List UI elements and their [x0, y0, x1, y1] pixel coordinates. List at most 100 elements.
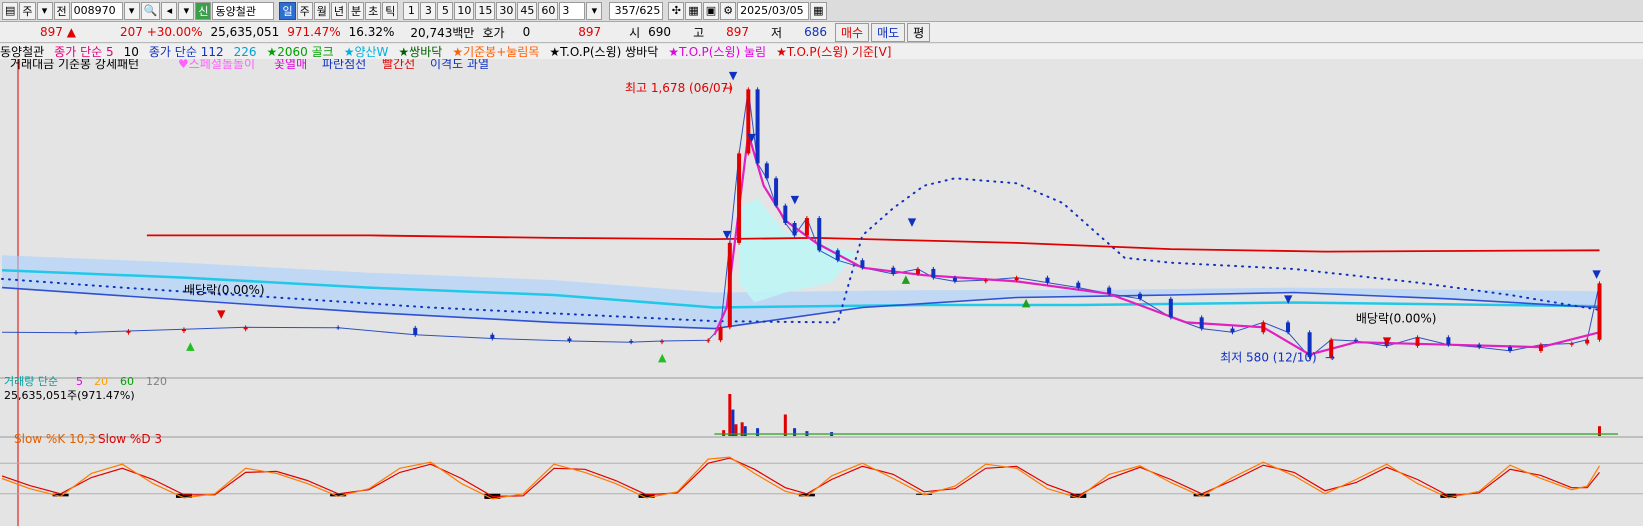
indicator-legend-item[interactable]: 226 [234, 45, 257, 59]
candle-body [835, 250, 840, 261]
save-icon[interactable]: ▣ [702, 1, 720, 20]
candle-body [1585, 339, 1590, 344]
indicator-legend-item[interactable]: 10 [124, 45, 139, 59]
dividend-annotation: 배당락(0.00%) [1356, 311, 1437, 325]
indicator-legend-item[interactable]: ★쌍바닥 [398, 44, 442, 59]
candle-body [1045, 277, 1050, 283]
candle-body [737, 153, 742, 243]
interval-tab[interactable]: 60 [538, 1, 559, 20]
page-total: /625 [635, 4, 661, 17]
pattern-legend-item[interactable]: 파란점선 [322, 59, 366, 71]
volume-bar [756, 428, 760, 436]
volume-value: 25,635,051 [210, 25, 280, 39]
current-price: 897 ▲ [40, 25, 76, 39]
view-mode-button[interactable]: 전 [53, 1, 70, 20]
stoch-k-label: Slow %K 10,3 [14, 432, 96, 446]
candle-body [567, 338, 572, 341]
code-dropdown-icon[interactable]: ▾ [123, 1, 140, 20]
price-chart[interactable]: 거래대금 기준봉 강세패턴 ♥스페셜돌돌이 꽃열매 파란점선 빨간선 이격도 과열 최고 … [0, 59, 1643, 526]
indicator-legend-item[interactable]: ★2060 골크 [267, 44, 334, 59]
candle-body [243, 327, 248, 330]
calendar-icon[interactable]: ▦ [810, 1, 827, 20]
settings-icon[interactable]: ⚙ [720, 1, 737, 20]
hoga-value: 0 [522, 25, 531, 39]
period-tab[interactable]: 초 [365, 1, 382, 20]
pattern-legend-item[interactable]: 거래대금 기준봉 강세패턴 [10, 59, 139, 71]
open-price: 690 [648, 25, 672, 39]
indicator-legend-item[interactable]: 동양철관 [0, 44, 44, 59]
indicator-legend-item[interactable]: ★T.O.P(스윙) 기준[V] [776, 44, 891, 59]
pattern-legend-item[interactable]: ♥스페셜돌돌이 [178, 59, 255, 71]
volume-ma-label: 5 [76, 375, 83, 388]
dropdown-chevron-icon[interactable]: ▾ [36, 1, 53, 20]
high-arrow-icon: → [723, 81, 733, 95]
candle-body [783, 205, 788, 223]
candle-body [1014, 277, 1019, 281]
date-input[interactable]: 2025/03/05 [737, 1, 810, 20]
period-tab[interactable]: 일 [279, 1, 296, 20]
sell-button[interactable]: 매도 [871, 22, 906, 42]
up-arrow-icon: ▲ [66, 25, 76, 39]
candle-body [952, 277, 957, 282]
even-button[interactable]: 평 [907, 22, 931, 42]
indicator-legend-item[interactable]: ★T.O.P(스윙) 쌍바닥 [549, 44, 658, 59]
period-tab[interactable]: 분 [347, 1, 365, 20]
pattern-legend-item[interactable]: 이격도 과열 [430, 59, 489, 71]
count-dropdown-icon[interactable]: ▾ [586, 1, 603, 20]
candle-body [792, 223, 797, 236]
indicator-legend-item[interactable]: ★기준봉+눌림목 [452, 44, 539, 59]
interval-tab[interactable]: 3 [420, 1, 437, 20]
interval-tab[interactable]: 5 [437, 1, 454, 20]
period-tab[interactable]: 월 [313, 1, 330, 20]
pattern-legend-item[interactable]: 꽃열매 [274, 59, 307, 71]
pattern-legend-item[interactable]: 빨간선 [382, 59, 415, 71]
period-tab[interactable]: 주 [296, 1, 313, 20]
candle-body [1477, 344, 1482, 348]
indicator-legend-item[interactable]: ★T.O.P(스윙) 눌림 [668, 44, 766, 59]
sell-signal-arrow-icon: ▼ [747, 131, 756, 144]
candle-body [764, 163, 769, 179]
candle-body [817, 218, 822, 251]
candle-body [804, 218, 809, 236]
page-indicator: 357/625 [609, 1, 664, 20]
indicator-legend-item[interactable]: 종가 단순 112 [149, 44, 224, 59]
period-select[interactable]: 주 [19, 1, 36, 20]
sell-signal-arrow-icon: ▼ [1592, 268, 1601, 281]
volume-bar [793, 428, 797, 436]
volume-label: 거래량 단순 [4, 375, 58, 388]
search-icon[interactable]: 🔍 [140, 1, 161, 20]
interval-tab[interactable]: 30 [496, 1, 517, 20]
candle-body [1353, 339, 1358, 341]
indicator-legend-item[interactable]: 종가 단순 5 [54, 44, 113, 59]
interval-tab[interactable]: 45 [517, 1, 538, 20]
speaker-dropdown-icon[interactable]: ▾ [178, 1, 195, 20]
open-label: 시 [629, 25, 641, 40]
turnover-value: 16.32% [348, 25, 395, 39]
buy-button[interactable]: 매수 [834, 22, 870, 42]
period-tab[interactable]: 년 [330, 1, 347, 20]
interval-tab[interactable]: 15 [475, 1, 496, 20]
interval-tab[interactable]: 10 [454, 1, 475, 20]
sell-signal-arrow-icon: ▼ [723, 228, 732, 241]
candle-body [181, 329, 186, 332]
candle-body [74, 332, 79, 334]
high-annotation: 최고 1,678 (06/07) [625, 81, 733, 95]
candle-body [413, 327, 418, 335]
menu-icon[interactable]: ▤ [2, 1, 19, 20]
candle-body [1415, 337, 1420, 346]
high-price: 897 [726, 25, 750, 39]
sell-signal-arrow-icon: ▼ [791, 193, 800, 206]
sell-signal-arrow-icon: ▼ [1284, 292, 1293, 305]
stock-name-field[interactable]: 동양철관 [212, 1, 275, 20]
stock-code-input[interactable]: 008970 [70, 1, 123, 20]
indicator-legend: 동양철관 종가 단순 5 10 종가 단순 112 226 ★2060 골크 ★양산W ★쌍바… [0, 44, 1643, 59]
interval-tab[interactable]: 1 [403, 1, 420, 20]
speaker-icon[interactable]: ◂ [161, 1, 178, 20]
crosshair-icon[interactable]: ✣ [668, 1, 685, 20]
price-change: 207 +30.00% [119, 25, 203, 39]
count-input[interactable]: 3 [559, 1, 586, 20]
grid-icon[interactable]: ▦ [685, 1, 702, 20]
indicator-legend-item[interactable]: ★양산W [344, 44, 389, 59]
period-tab[interactable]: 틱 [382, 1, 399, 20]
buy-signal-arrow-icon: ▲ [902, 273, 911, 286]
